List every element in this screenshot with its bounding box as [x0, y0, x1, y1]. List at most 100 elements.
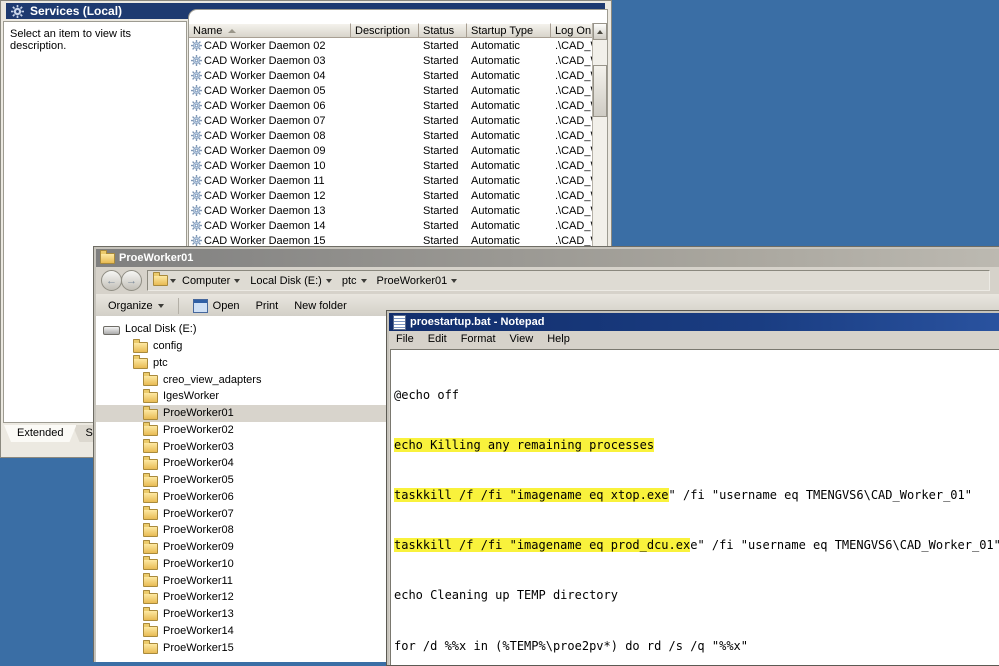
tree-item-icon	[143, 576, 158, 587]
service-name-cell: CAD Worker Daemon 06	[189, 100, 351, 112]
service-startup-type: Automatic	[467, 205, 551, 217]
service-name: CAD Worker Daemon 09	[204, 145, 325, 157]
service-name: CAD Worker Daemon 05	[204, 85, 325, 97]
breadcrumb-dropdown-icon[interactable]	[170, 279, 176, 283]
open-button[interactable]: Open	[185, 296, 248, 316]
service-row[interactable]: CAD Worker Daemon 14 Started Automatic .…	[189, 218, 593, 233]
scrollbar-thumb[interactable]	[593, 65, 607, 117]
scrollbar-up-button[interactable]	[593, 23, 607, 40]
print-button[interactable]: Print	[248, 297, 287, 315]
tree-item-label: ProeWorker12	[163, 591, 234, 603]
notepad-window: proestartup.bat - Notepad File Edit Form…	[386, 310, 999, 666]
column-header-name[interactable]: Name	[189, 23, 351, 38]
tree-item-label: ProeWorker09	[163, 541, 234, 553]
breadcrumb-dropdown-icon[interactable]	[234, 279, 240, 283]
menu-item[interactable]: File	[389, 332, 421, 346]
batch-line: taskkill /f /fi "imagename eq prod_dcu.e…	[394, 539, 999, 552]
explorer-titlebar[interactable]: ProeWorker01	[96, 249, 999, 267]
open-icon	[193, 299, 208, 313]
service-row[interactable]: CAD Worker Daemon 04 Started Automatic .…	[189, 68, 593, 83]
service-startup-type: Automatic	[467, 85, 551, 97]
tree-item-icon	[143, 409, 158, 420]
service-name-cell: CAD Worker Daemon 13	[189, 205, 351, 217]
service-logon-as: .\CAD_W	[551, 130, 593, 142]
tree-item-label: ProeWorker04	[163, 457, 234, 469]
tree-item-label: creo_view_adapters	[163, 374, 261, 386]
notepad-text-area[interactable]: @echo off echo Killing any remaining pro…	[390, 349, 999, 665]
breadcrumb-label: ProeWorker01	[377, 275, 448, 287]
menu-item[interactable]: Help	[540, 332, 577, 346]
line-text: echo Cleaning up TEMP directory	[394, 588, 618, 602]
breadcrumb-dropdown-icon[interactable]	[451, 279, 457, 283]
service-startup-type: Automatic	[467, 160, 551, 172]
services-list-header: Name Description Status Startup Type Log…	[189, 23, 593, 38]
service-status: Started	[419, 160, 467, 172]
service-row[interactable]: CAD Worker Daemon 11 Started Automatic .…	[189, 173, 593, 188]
folder-icon	[100, 253, 115, 264]
service-row[interactable]: CAD Worker Daemon 10 Started Automatic .…	[189, 158, 593, 173]
batch-line: echo Cleaning up TEMP directory	[394, 589, 999, 602]
services-description-hint: Select an item to view its description.	[10, 28, 131, 52]
service-row[interactable]: CAD Worker Daemon 05 Started Automatic .…	[189, 83, 593, 98]
tree-item-icon	[143, 392, 158, 403]
batch-line: @echo off	[394, 389, 999, 402]
menu-item[interactable]: Format	[454, 332, 503, 346]
breadcrumb-segment[interactable]: Computer	[178, 275, 244, 287]
service-logon-as: .\CAD_W	[551, 160, 593, 172]
service-row[interactable]: CAD Worker Daemon 02 Started Automatic .…	[189, 38, 593, 53]
service-status: Started	[419, 55, 467, 67]
line-text: " /fi "username eq TMENGVS6\CAD_Worker_0…	[669, 488, 972, 502]
breadcrumb-dropdown-icon[interactable]	[326, 279, 332, 283]
tree-item-label: IgesWorker	[163, 390, 219, 402]
tree-item-label: ProeWorker06	[163, 491, 234, 503]
forward-button[interactable]: →	[121, 270, 142, 291]
service-name: CAD Worker Daemon 03	[204, 55, 325, 67]
service-logon-as: .\CAD_W	[551, 175, 593, 187]
explorer-address-bar: ← → Computer Local Disk (E:) ptc	[96, 267, 999, 294]
breadcrumb-segment[interactable]: ProeWorker01	[373, 275, 462, 287]
service-status: Started	[419, 85, 467, 97]
tree-item-icon	[143, 543, 158, 554]
service-startup-type: Automatic	[467, 55, 551, 67]
organize-button[interactable]: Organize	[100, 297, 172, 315]
column-header-status[interactable]: Status	[419, 23, 467, 38]
service-row[interactable]: CAD Worker Daemon 03 Started Automatic .…	[189, 53, 593, 68]
service-name-cell: CAD Worker Daemon 10	[189, 160, 351, 172]
service-name: CAD Worker Daemon 10	[204, 160, 325, 172]
notepad-menubar: File Edit Format View Help	[389, 331, 999, 347]
column-header-description[interactable]: Description	[351, 23, 419, 38]
service-logon-as: .\CAD_W	[551, 235, 593, 247]
service-status: Started	[419, 145, 467, 157]
service-row[interactable]: CAD Worker Daemon 07 Started Automatic .…	[189, 113, 593, 128]
notepad-titlebar[interactable]: proestartup.bat - Notepad	[389, 313, 999, 331]
service-row[interactable]: CAD Worker Daemon 08 Started Automatic .…	[189, 128, 593, 143]
breadcrumb-dropdown-icon[interactable]	[361, 279, 367, 283]
breadcrumb-segment[interactable]: Local Disk (E:)	[246, 275, 336, 287]
back-button[interactable]: ←	[101, 270, 122, 291]
desktop: { "colors": { "desktop_bg": "#3a6ea5", "…	[0, 0, 999, 661]
service-name: CAD Worker Daemon 06	[204, 100, 325, 112]
menu-item[interactable]: Edit	[421, 332, 454, 346]
menu-item[interactable]: View	[503, 332, 541, 346]
new-folder-button[interactable]: New folder	[286, 297, 355, 315]
breadcrumb-segment[interactable]: ptc	[338, 275, 371, 287]
tree-item-icon	[143, 425, 158, 436]
service-row[interactable]: CAD Worker Daemon 06 Started Automatic .…	[189, 98, 593, 113]
column-header-startup-type[interactable]: Startup Type	[467, 23, 551, 38]
highlighted-text: taskkill /f /fi "imagename eq xtop.exe	[394, 488, 669, 502]
service-gear-icon	[191, 115, 202, 126]
tree-item-label: ProeWorker13	[163, 608, 234, 620]
service-row[interactable]: CAD Worker Daemon 13 Started Automatic .…	[189, 203, 593, 218]
tree-item-icon	[143, 593, 158, 604]
scroll-up-arrow-icon	[597, 30, 603, 34]
notepad-icon	[393, 315, 406, 330]
service-status: Started	[419, 115, 467, 127]
breadcrumb[interactable]: Computer Local Disk (E:) ptc ProeWorker0…	[147, 270, 990, 291]
service-row[interactable]: CAD Worker Daemon 12 Started Automatic .…	[189, 188, 593, 203]
service-row[interactable]: CAD Worker Daemon 09 Started Automatic .…	[189, 143, 593, 158]
service-logon-as: .\CAD_W	[551, 55, 593, 67]
service-startup-type: Automatic	[467, 220, 551, 232]
column-header-logon-as[interactable]: Log On A	[551, 23, 593, 38]
breadcrumb-label: ptc	[342, 275, 357, 287]
tab-extended[interactable]: Extended	[4, 425, 76, 442]
